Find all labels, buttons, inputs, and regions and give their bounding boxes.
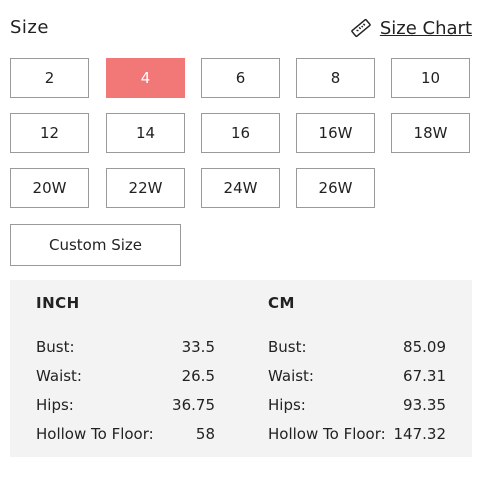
inch-measurement-label: Hips: (36, 396, 74, 414)
cm-measurement-row: Waist: 67.31 (268, 367, 446, 396)
size-option-4[interactable]: 4 (106, 58, 185, 98)
cm-measurement-label: Hips: (268, 396, 306, 414)
inch-measurement-label: Bust: (36, 338, 75, 356)
size-header: Size Size Chart (10, 17, 472, 43)
size-option-16[interactable]: 16 (201, 113, 280, 153)
size-option-22w[interactable]: 22W (106, 168, 185, 208)
cm-measurement-row: Bust: 85.09 (268, 338, 446, 367)
inch-measurement-value: 26.5 (181, 367, 215, 385)
size-option-18w[interactable]: 18W (391, 113, 470, 153)
inch-title: INCH (36, 294, 80, 312)
inch-measurement-row: Waist: 26.5 (36, 367, 215, 396)
cm-measurement-label: Hollow To Floor: (268, 425, 386, 443)
cm-measurement-row: Hips: 93.35 (268, 396, 446, 425)
cm-title: CM (268, 294, 295, 312)
size-option-24w[interactable]: 24W (201, 168, 280, 208)
inch-measurement-row: Bust: 33.5 (36, 338, 215, 367)
inch-measurement-row: Hollow To Floor: 58 (36, 425, 215, 454)
size-option-6[interactable]: 6 (201, 58, 280, 98)
cm-measurement-row: Hollow To Floor: 147.32 (268, 425, 446, 454)
inch-measurement-row: Hips: 36.75 (36, 396, 215, 425)
inch-measurement-value: 33.5 (181, 338, 215, 356)
size-option-16w[interactable]: 16W (296, 113, 375, 153)
size-option-10[interactable]: 10 (391, 58, 470, 98)
cm-measurement-label: Bust: (268, 338, 307, 356)
cm-measurement-value: 67.31 (403, 367, 446, 385)
inch-column: INCH Bust: 33.5 Waist: 26.5 Hips: 36.75 Hollow… (36, 294, 215, 454)
measurements-panel: INCH Bust: 33.5 Waist: 26.5 Hips: 36.75 Hollow… (10, 280, 472, 457)
size-option-20w[interactable]: 20W (10, 168, 89, 208)
size-chart-link[interactable]: Size Chart (350, 17, 472, 39)
size-option-26w[interactable]: 26W (296, 168, 375, 208)
cm-measurement-value: 147.32 (393, 425, 447, 443)
inch-rows: Bust: 33.5 Waist: 26.5 Hips: 36.75 Hollow To F… (36, 338, 215, 454)
inch-measurement-value: 36.75 (172, 396, 215, 414)
size-chart-label: Size Chart (379, 17, 472, 39)
size-option-2[interactable]: 2 (10, 58, 89, 98)
cm-measurement-value: 85.09 (403, 338, 446, 356)
size-option-12[interactable]: 12 (10, 113, 89, 153)
size-option-14[interactable]: 14 (106, 113, 185, 153)
size-option-8[interactable]: 8 (296, 58, 375, 98)
inch-measurement-label: Waist: (36, 367, 82, 385)
cm-column: CM Bust: 85.09 Waist: 67.31 Hips: 93.35 Hollow… (268, 294, 446, 454)
size-title: Size (10, 17, 49, 38)
cm-measurement-label: Waist: (268, 367, 314, 385)
inch-measurement-label: Hollow To Floor: (36, 425, 154, 443)
custom-size-button[interactable]: Custom Size (10, 224, 181, 266)
cm-measurement-value: 93.35 (403, 396, 446, 414)
inch-measurement-value: 58 (195, 425, 215, 443)
cm-rows: Bust: 85.09 Waist: 67.31 Hips: 93.35 Hollow To… (268, 338, 446, 454)
ruler-icon (351, 18, 371, 38)
